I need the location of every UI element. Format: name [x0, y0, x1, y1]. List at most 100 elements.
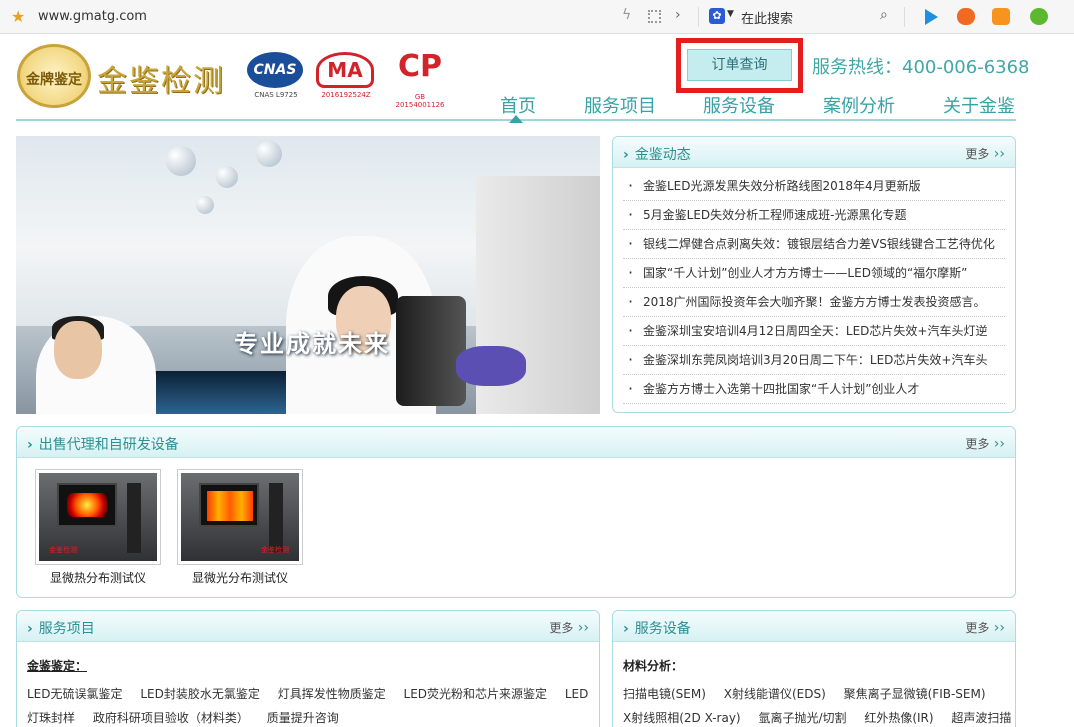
product-card[interactable]: 金鉴检测 显微光分布测试仪 [177, 469, 303, 586]
nav-equipment[interactable]: 服务设备 [703, 92, 775, 118]
search-engine-icon[interactable]: ✿ [709, 8, 725, 24]
video-camera-icon[interactable] [992, 8, 1010, 25]
microscope [396, 296, 466, 406]
devices-subtitle: 材料分析： [623, 659, 684, 673]
news-item[interactable]: 2018广州国际投资年会大咖齐聚！金鉴方方博士发表投资感言。 [623, 288, 1005, 317]
device-link[interactable]: 扫描电镜(SEM) [623, 687, 706, 701]
services-panel-header: 服务项目 更多 [17, 611, 599, 642]
nav-about[interactable]: 关于金鉴 [943, 92, 1015, 118]
nav-services[interactable]: 服务项目 [584, 92, 656, 118]
lightning-icon[interactable]: ϟ [622, 7, 631, 23]
lab-technician-face [54, 321, 102, 379]
services-panel-title: 服务项目 [27, 618, 95, 638]
cma-caption: 2016192524Z [321, 91, 371, 99]
services-more-link[interactable]: 更多 [549, 619, 589, 636]
device-link[interactable]: 超声波扫描 [951, 711, 1011, 725]
chevron-down-icon[interactable]: ▼ [727, 9, 734, 19]
news-panel: 金鉴动态 更多 金鉴LED光源发黑失效分析路线图2018年4月更新版 5月金鉴L… [612, 136, 1016, 413]
product-thumbnail[interactable]: 金鉴检测 [35, 469, 161, 565]
light-map [207, 491, 253, 521]
services-row: LED无硫误氯鉴定 LED封装胶水无氯鉴定 灯具挥发性物质鉴定 LED荧光粉和芯… [27, 685, 599, 702]
product-thumbnail[interactable]: 金鉴检测 [177, 469, 303, 565]
news-item[interactable]: 金鉴方方博士入选第十四批国家“千人计划”创业人才 [623, 375, 1005, 404]
service-link[interactable]: 灯具挥发性物质鉴定 [278, 687, 386, 701]
news-item[interactable]: 金鉴LED光源发黑失效分析路线图2018年4月更新版 [623, 172, 1005, 201]
news-item[interactable]: 5月金鉴LED失效分析工程师速成班-光源黑化专题 [623, 201, 1005, 230]
device-link[interactable]: 红外热像(IR) [864, 711, 933, 725]
cpc-caption: GB 20154001126 [395, 93, 445, 109]
service-link[interactable]: LED无硫误氯鉴定 [27, 687, 123, 701]
news-panel-header: 金鉴动态 更多 [613, 137, 1015, 168]
news-item[interactable]: 银线二焊健合点剥离失效：镀银层结合力差VS银线键合工艺待优化 [623, 230, 1005, 259]
news-item[interactable]: 国家“千人计划”创业人才方方博士——LED领域的“福尔摩斯” [623, 259, 1005, 288]
microscope-arm [127, 483, 141, 553]
device-link[interactable]: X射线照相(2D X-ray) [623, 711, 741, 725]
product-name[interactable]: 显微热分布测试仪 [35, 569, 161, 586]
lab-glove [456, 346, 526, 386]
equipment-sale-more-link[interactable]: 更多 [965, 435, 1005, 452]
molecule-decor [256, 141, 282, 167]
service-link[interactable]: LED [565, 687, 589, 701]
device-link[interactable]: 氩离子抛光/切割 [758, 711, 846, 725]
site-logo-text[interactable]: 金鉴检测 [97, 56, 225, 100]
product-monitor [57, 483, 117, 527]
equipment-sale-panel: 出售代理和自研发设备 更多 金鉴检测 显微热分布测试仪 金鉴检测 显微光分布测试… [16, 426, 1016, 598]
gamepad-icon[interactable] [957, 8, 975, 25]
thermal-map [67, 493, 107, 517]
product-watermark: 金鉴检测 [261, 546, 289, 554]
molecule-decor [196, 196, 214, 214]
browser-address-bar: ★ www.gmatg.com ϟ › ✿ ▼ 在此搜索 ⌕ [0, 0, 1074, 34]
news-panel-title: 金鉴动态 [623, 144, 691, 164]
cnas-cert-badge: CNAS CNAS L9725 [247, 52, 305, 99]
site-logo-seal[interactable]: 金牌鉴定 [17, 44, 91, 108]
nav-active-indicator [509, 115, 523, 123]
news-item[interactable]: 金鉴深圳东莞凤岗培训3月20日周二下午：LED芯片失效+汽车头 [623, 346, 1005, 375]
nav-cases[interactable]: 案例分析 [823, 92, 895, 118]
logo-seal-text: 金牌鉴定 [26, 72, 82, 88]
cnas-caption: CNAS L9725 [254, 91, 298, 99]
service-link[interactable]: 政府科研项目验收（材料类） [93, 711, 249, 725]
cpc-cert-badge: CP GB 20154001126 [395, 49, 445, 109]
cma-logo: MA [316, 52, 374, 88]
cpc-logo: CP [398, 49, 443, 84]
toolbar-divider [904, 7, 905, 27]
play-icon[interactable] [922, 8, 940, 25]
browser-search-input[interactable]: 在此搜索 [741, 8, 793, 27]
news-list: 金鉴LED光源发黑失效分析路线图2018年4月更新版 5月金鉴LED失效分析工程… [623, 172, 1005, 404]
news-item[interactable]: 金鉴深圳宝安培训4月12日周四全天：LED芯片失效+汽车头灯逆 [623, 317, 1005, 346]
services-subtitle[interactable]: 金鉴鉴定： [27, 657, 87, 674]
light-microscope-image: 金鉴检测 [181, 473, 299, 561]
bookmark-star-icon[interactable]: ★ [11, 7, 25, 26]
molecule-decor [166, 146, 196, 176]
service-link[interactable]: LED荧光粉和芯片来源鉴定 [404, 687, 548, 701]
services-panel: 服务项目 更多 金鉴鉴定： LED无硫误氯鉴定 LED封装胶水无氯鉴定 灯具挥发… [16, 610, 600, 727]
device-link[interactable]: X射线能谱仪(EDS) [724, 687, 826, 701]
devices-row: X射线照相(2D X-ray) 氩离子抛光/切割 红外热像(IR) 超声波扫描 [623, 709, 1015, 726]
chat-bubble-icon[interactable] [1030, 8, 1048, 25]
microscope-arm [269, 483, 283, 553]
order-query-button[interactable]: 订单查询 [687, 49, 792, 81]
news-more-link[interactable]: 更多 [965, 145, 1005, 162]
device-link[interactable]: 聚焦离子显微镜(FIB-SEM) [844, 687, 986, 701]
service-link[interactable]: LED封装胶水无氯鉴定 [140, 687, 260, 701]
devices-more-link[interactable]: 更多 [965, 619, 1005, 636]
address-url[interactable]: www.gmatg.com [38, 9, 147, 24]
devices-panel: 服务设备 更多 材料分析： 扫描电镜(SEM) X射线能谱仪(EDS) 聚焦离子… [612, 610, 1016, 727]
cnas-logo: CNAS [247, 52, 303, 88]
devices-panel-header: 服务设备 更多 [613, 611, 1015, 642]
devices-panel-title: 服务设备 [623, 618, 691, 638]
thermal-microscope-image: 金鉴检测 [39, 473, 157, 561]
search-icon[interactable]: ⌕ [880, 7, 888, 23]
equipment-sale-header: 出售代理和自研发设备 更多 [17, 427, 1015, 458]
service-hotline: 服务热线：400-006-6368 [812, 57, 1030, 78]
product-card[interactable]: 金鉴检测 显微热分布测试仪 [35, 469, 161, 586]
cma-cert-badge: MA 2016192524Z [316, 52, 376, 99]
qr-code-icon[interactable] [648, 10, 661, 23]
services-row: 灯珠封样 政府科研项目验收（材料类） 质量提升咨询 [27, 709, 353, 726]
product-name[interactable]: 显微光分布测试仪 [177, 569, 303, 586]
service-link[interactable]: 质量提升咨询 [267, 711, 339, 725]
hero-banner[interactable]: 专业成就未来 [16, 136, 600, 414]
service-link[interactable]: 灯珠封样 [27, 711, 75, 725]
product-watermark: 金鉴检测 [49, 546, 77, 554]
chevron-right-icon[interactable]: › [675, 7, 681, 23]
